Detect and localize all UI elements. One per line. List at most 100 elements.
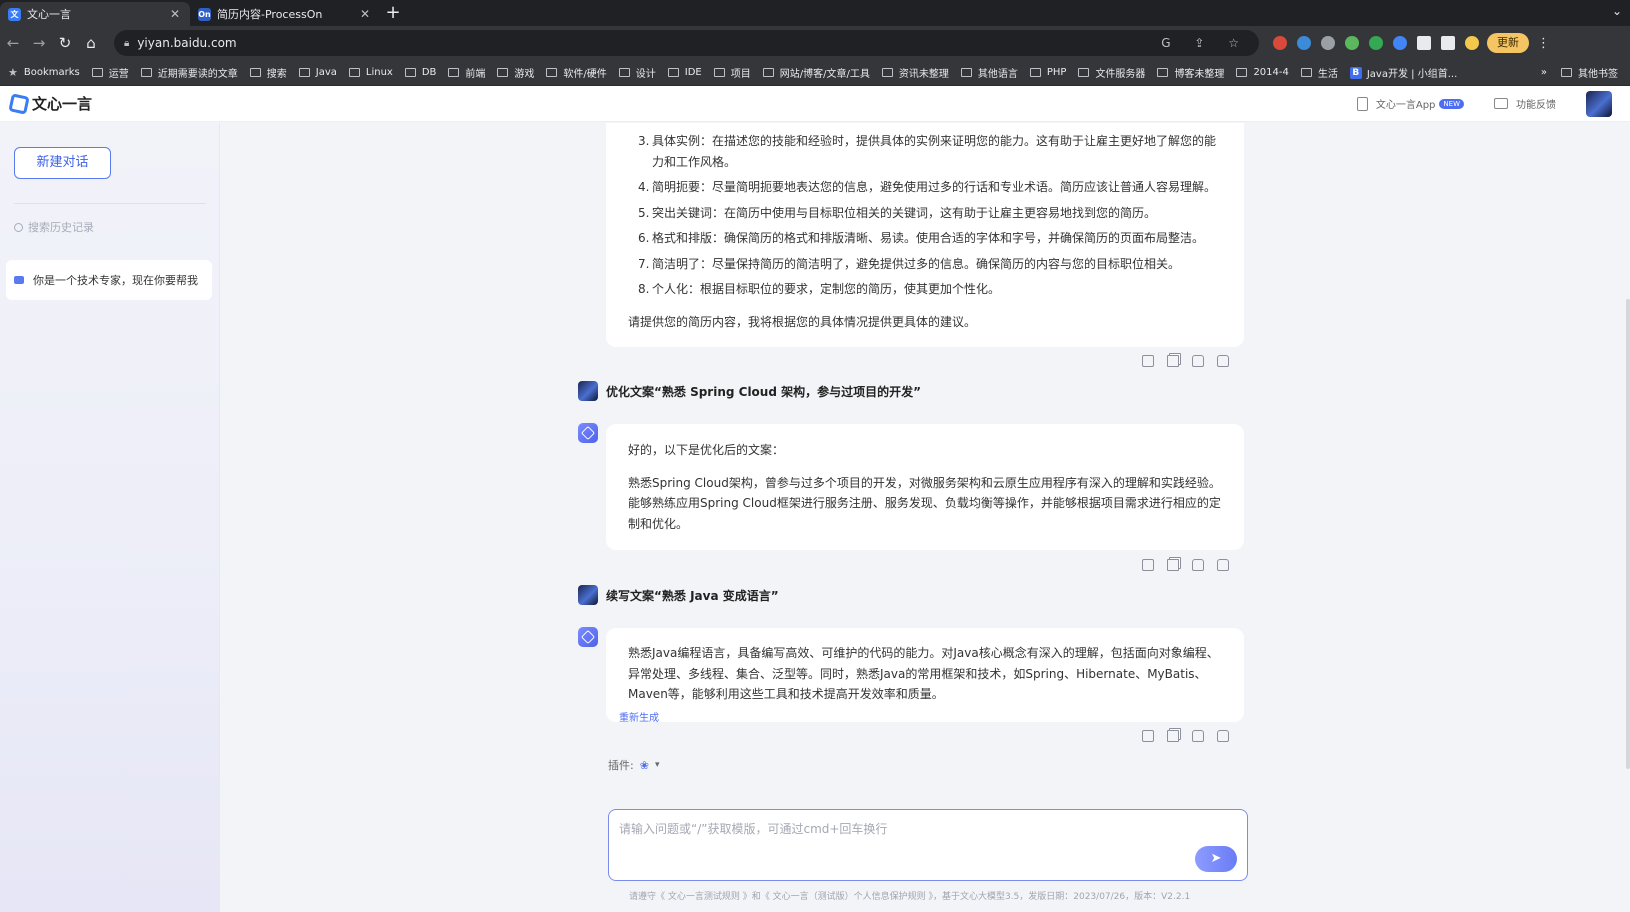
share-star-icons[interactable]: G ⇪ ☆: [1161, 36, 1249, 50]
bookmark-folder[interactable]: 软件/硬件: [546, 65, 607, 80]
browser-tab-processon[interactable]: On 简历内容-ProcessOn ✕: [190, 2, 380, 26]
feedback-link[interactable]: 功能反馈: [1494, 96, 1556, 111]
bookmark-folder[interactable]: 网站/博客/文章/工具: [762, 65, 870, 80]
puzzle-icon[interactable]: [1417, 36, 1431, 50]
bookmark-folder[interactable]: 文件服务器: [1078, 65, 1145, 80]
list-item: 6. 格式和排版：确保简历的格式和排版清晰、易读。使用合适的字体和字号，并确保简历…: [638, 231, 1205, 245]
app-header: 文心一言 文心一言App NEW 功能反馈: [0, 86, 1630, 122]
new-chat-button[interactable]: 新建对话: [14, 147, 111, 179]
history-search-input[interactable]: 搜索历史记录: [14, 217, 206, 237]
plugin-selector[interactable]: 插件: ❀ ▾: [608, 757, 659, 773]
bookmark-folder[interactable]: IDE: [667, 67, 702, 78]
send-button[interactable]: ➤: [1195, 846, 1237, 872]
footer-disclaimer: 请遵守《 文心一言测试规则 》和《 文心一言（测试版）个人信息保护规则 》，基于…: [629, 892, 1191, 902]
history-item[interactable]: 你是一个技术专家，现在你要帮我: [6, 260, 212, 300]
bot-avatar-icon: [578, 423, 598, 443]
tab-close-icon[interactable]: ✕: [168, 7, 182, 21]
logo-icon: [8, 92, 30, 115]
message-text: 熟悉Java编程语言，具备编写高效、可维护的代码的能力。对Java核心概念有深入…: [628, 646, 1219, 701]
bookmark-folder[interactable]: Java: [298, 67, 337, 78]
copy-icon[interactable]: [1167, 559, 1179, 571]
image-icon[interactable]: [1142, 730, 1154, 742]
reload-icon[interactable]: ↻: [52, 34, 78, 52]
user-message: 续写文案“熟悉 Java 变成语言”: [578, 585, 779, 605]
new-badge: NEW: [1439, 98, 1464, 109]
bookmark-folder[interactable]: Linux: [348, 67, 393, 78]
folder-icon: [881, 68, 893, 77]
sidebar: 新建对话 搜索历史记录 你是一个技术专家，现在你要帮我: [0, 123, 220, 912]
bookmark-folder[interactable]: 设计: [618, 65, 656, 80]
list-item: 5. 突出关键词：在简历中使用与目标职位相关的关键词，这有助于让雇主更容易地找到您…: [638, 205, 1157, 220]
thumbs-down-icon[interactable]: [1217, 559, 1229, 571]
home-icon[interactable]: ⌂: [78, 34, 104, 52]
thumbs-down-icon[interactable]: [1217, 355, 1229, 367]
folder-icon: [497, 68, 509, 77]
copy-icon[interactable]: [1167, 355, 1179, 367]
bookmark-item[interactable]: B Java开发 | 小组首...: [1349, 65, 1457, 80]
b-logo-icon: B: [1349, 66, 1362, 79]
bookmark-folder[interactable]: PHP: [1029, 67, 1066, 78]
message-actions: [1142, 730, 1229, 742]
user-avatar[interactable]: [1586, 90, 1612, 117]
bookmark-folder[interactable]: 生活: [1300, 65, 1338, 80]
bookmark-item[interactable]: ★ Bookmarks: [8, 66, 80, 79]
back-icon[interactable]: ←: [0, 34, 26, 52]
tips-list: 3. 具体实例：在描述您的技能和经验时，提供具体的实例来证明您的能力。这有助于让雇…: [628, 131, 1222, 300]
extension-icon[interactable]: [1321, 36, 1335, 50]
lock-icon: 🔒︎: [124, 37, 130, 49]
bookmark-folder[interactable]: 近期需要读的文章: [140, 65, 238, 80]
user-avatar: [578, 381, 598, 401]
address-bar[interactable]: 🔒︎ yiyan.baidu.com G ⇪ ☆: [114, 30, 1259, 56]
forward-icon[interactable]: →: [26, 34, 52, 52]
bookmark-folder[interactable]: 2014-4: [1236, 67, 1289, 78]
other-bookmarks[interactable]: » 其他书签: [1541, 65, 1618, 80]
extension-icon[interactable]: [1297, 36, 1311, 50]
extension-icon[interactable]: [1345, 36, 1359, 50]
folder-icon: [249, 68, 261, 77]
bookmark-folder[interactable]: 其他语言: [960, 65, 1018, 80]
bookmark-folder[interactable]: 搜索: [249, 65, 287, 80]
folder-icon: [1300, 68, 1312, 77]
message-text: 好的，以下是优化后的文案：: [628, 443, 785, 457]
user-avatar: [578, 585, 598, 605]
app-download-link[interactable]: 文心一言App NEW: [1356, 96, 1464, 111]
extension-icon[interactable]: [1273, 36, 1287, 50]
thumbs-down-icon[interactable]: [1217, 730, 1229, 742]
thumbs-up-icon[interactable]: [1192, 730, 1204, 742]
bookmark-folder[interactable]: DB: [404, 67, 436, 78]
thumbs-up-icon[interactable]: [1192, 559, 1204, 571]
scrollbar[interactable]: [1626, 299, 1630, 769]
copy-icon[interactable]: [1167, 730, 1179, 742]
regenerate-button[interactable]: 重新生成: [619, 709, 659, 724]
image-icon[interactable]: [1142, 355, 1154, 367]
message-actions: [1142, 559, 1229, 571]
profile-icon[interactable]: [1465, 36, 1479, 50]
plugin-icon: ❀: [639, 758, 649, 772]
new-tab-icon[interactable]: +: [380, 2, 406, 26]
browser-tab-active[interactable]: 文 文心一言 ✕: [0, 2, 190, 26]
update-button[interactable]: 更新: [1487, 33, 1529, 53]
extension-icon[interactable]: [1369, 36, 1383, 50]
image-icon[interactable]: [1142, 559, 1154, 571]
tab-close-icon[interactable]: ✕: [358, 7, 372, 21]
composer: ➤: [608, 809, 1248, 881]
bot-message-card: 熟悉Java编程语言，具备编写高效、可维护的代码的能力。对Java核心概念有深入…: [606, 628, 1244, 722]
bookmark-folder[interactable]: 博客未整理: [1157, 65, 1224, 80]
chevron-right-icon: »: [1540, 67, 1547, 78]
bookmark-folder[interactable]: 前端: [448, 65, 485, 80]
tab-search-chevron-icon[interactable]: ⌄: [1612, 4, 1622, 18]
star-icon: ★: [8, 66, 18, 79]
extension-icon[interactable]: [1393, 36, 1407, 50]
divider: [14, 203, 206, 204]
folder-icon: [298, 68, 310, 77]
bookmark-folder[interactable]: 资讯未整理: [881, 65, 949, 80]
wenxin-logo[interactable]: 文心一言: [8, 92, 92, 115]
bookmark-folder[interactable]: 运营: [91, 65, 129, 80]
thumbs-up-icon[interactable]: [1192, 355, 1204, 367]
prompt-input[interactable]: [619, 820, 1159, 850]
bookmark-folder[interactable]: 项目: [713, 65, 751, 80]
bookmark-folder[interactable]: 游戏: [497, 65, 534, 80]
user-message: 优化文案“熟悉 Spring Cloud 架构，参与过项目的开发”: [578, 381, 921, 401]
sidepanel-icon[interactable]: [1441, 36, 1455, 50]
menu-kebab-icon[interactable]: ⋮: [1537, 36, 1550, 51]
